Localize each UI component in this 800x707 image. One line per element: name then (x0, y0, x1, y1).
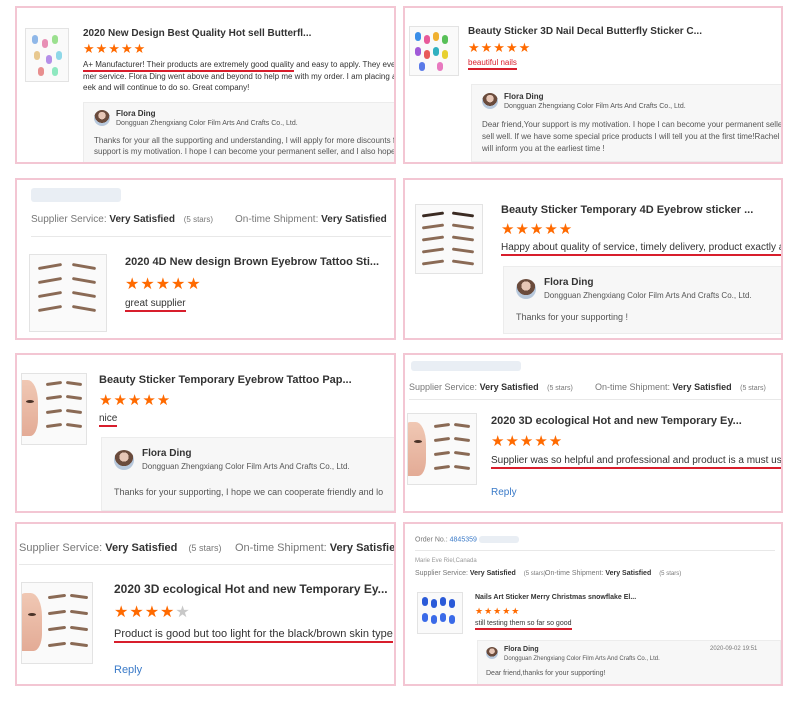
shipment-rating: On-time Shipment: Very Satisfied (235, 542, 396, 554)
review-highlight: beautiful nails (468, 58, 517, 70)
rating-stars: ★★★★★ (501, 221, 574, 238)
reply-link[interactable]: Reply (491, 487, 517, 498)
seller-avatar (486, 647, 498, 659)
reply-text-line1: Thanks for your all the supporting and u… (94, 136, 396, 145)
reply-text-line2: sell well. If we have some special price… (482, 132, 783, 141)
product-title[interactable]: 2020 4D New design Brown Eyebrow Tattoo … (125, 256, 379, 268)
product-thumbnail[interactable] (25, 28, 69, 82)
review-card-3: Supplier Service: Very Satisfied (5 star… (15, 178, 396, 340)
seller-avatar (482, 93, 498, 109)
rating-stars: ★★★★★ (468, 40, 532, 55)
review-card-7: Supplier Service: Very Satisfied (5 star… (15, 522, 396, 686)
review-text: still testing them so far so good (475, 620, 572, 630)
reply-text-line1: Thanks for your supporting, I hope we ca… (114, 487, 384, 497)
divider (19, 564, 393, 565)
redacted-buyer (31, 188, 121, 202)
rating-stars: ★★★★★ (125, 276, 202, 293)
seller-reply: Flora Ding Dongguan Zhengxiang Color Fil… (83, 102, 396, 162)
seller-name: Flora Ding (544, 277, 594, 288)
divider (415, 550, 775, 551)
seller-company: Dongguan Zhengxiang Color Film Arts And … (142, 462, 350, 471)
reply-date: 2020-09-02 19:51 (710, 646, 758, 652)
product-title[interactable]: Beauty Sticker Temporary 4D Eyebrow stic… (501, 204, 753, 216)
supplier-service-rating: Supplier Service: Very Satisfied (5 star… (19, 542, 222, 554)
supplier-service-rating: Supplier Service: Very Satisfied (5 star… (31, 214, 214, 225)
rating-stars: ★★★★★ (114, 604, 191, 621)
review-highlight: still testing them so far so good (475, 620, 572, 630)
seller-company: Dongguan Zhengxiang Color Film Arts And … (544, 291, 752, 300)
seller-reply: Flora Ding Dongguan Zhengxiang Color Fil… (101, 437, 394, 511)
reply-text-line1: Thanks for your supporting ! (516, 312, 629, 322)
supplier-service-rating: Supplier Service: Very Satisfied (5 star… (415, 570, 546, 577)
review-text: nice (99, 413, 118, 427)
seller-company: Dongguan Zhengxiang Color Film Arts And … (504, 103, 686, 110)
review-card-6: Supplier Service: Very Satisfied (5 star… (403, 353, 783, 513)
reply-text-line1: Dear friend,thanks for your supporting! (486, 670, 606, 677)
review-highlight: Happy about quality of service, timely d… (501, 242, 781, 256)
product-title[interactable]: 2020 3D ecological Hot and new Temporary… (114, 582, 388, 596)
product-thumbnail[interactable] (417, 592, 463, 634)
seller-avatar (114, 450, 134, 470)
review-card-4: Beauty Sticker Temporary 4D Eyebrow stic… (403, 178, 783, 340)
review-text-line3: eek and will continue to do so. Great co… (83, 83, 250, 92)
seller-name: Flora Ding (142, 448, 192, 459)
shipment-rating: On-time Shipment: Very Satisfied (5 star… (595, 382, 766, 392)
reply-text-line1: Dear friend,Your support is my motivatio… (482, 120, 783, 129)
product-thumbnail[interactable] (29, 254, 107, 332)
shipment-rating: On-time Shipment: Very Satisfied (235, 214, 387, 225)
review-text: A+ Manufacturer! Their products are extr… (83, 60, 394, 72)
seller-company: Dongguan Zhengxiang Color Film Arts And … (116, 120, 298, 127)
review-highlight: great supplier (125, 298, 186, 312)
seller-reply: Flora Ding Dongguan Zhengxiang Color Fil… (471, 84, 783, 162)
order-number: Order No.: 4845359 (415, 536, 519, 543)
rating-stars: ★★★★★ (83, 41, 147, 56)
product-title[interactable]: 2020 New Design Best Quality Hot sell Bu… (83, 28, 311, 39)
seller-name: Flora Ding (504, 92, 544, 101)
rating-stars: ★★★★★ (491, 433, 564, 450)
product-thumbnail[interactable] (21, 582, 93, 664)
redacted-buyer (411, 361, 521, 371)
seller-reply: Flora Ding Dongguan Zhengxiang Color Fil… (503, 266, 781, 334)
review-text: beautiful nails (468, 58, 517, 70)
product-thumbnail[interactable] (21, 373, 87, 445)
product-thumbnail[interactable] (407, 413, 477, 485)
review-card-5: Beauty Sticker Temporary Eyebrow Tattoo … (15, 353, 396, 513)
seller-company: Dongguan Zhengxiang Color Film Arts And … (504, 656, 660, 662)
reply-text-line3: will inform you at the earliest time ! (482, 144, 605, 153)
reply-text-line2: support is my motivation. I hope I can b… (94, 147, 396, 156)
rating-stars: ★★★★★ (99, 392, 172, 409)
divider (31, 236, 391, 237)
review-text: Product is good but too light for the bl… (114, 628, 393, 643)
seller-avatar (94, 110, 110, 126)
seller-reply: Flora Ding Dongguan Zhengxiang Color Fil… (477, 640, 781, 684)
review-text: Supplier was so helpful and professional… (491, 455, 781, 469)
review-text-line2: mer service. Flora Ding went above and b… (83, 72, 396, 81)
review-highlight: Supplier was so helpful and professional… (491, 455, 781, 469)
review-highlight: A+ Manufacturer! Their products are extr… (83, 60, 294, 72)
shipment-rating: On-time Shipment: Very Satisfied (5 star… (545, 570, 682, 577)
reply-link[interactable]: Reply (114, 664, 142, 676)
divider (409, 399, 781, 400)
product-thumbnail[interactable] (409, 26, 459, 76)
product-title[interactable]: Beauty Sticker 3D Nail Decal Butterfly S… (468, 26, 702, 37)
product-title[interactable]: 2020 3D ecological Hot and new Temporary… (491, 415, 742, 427)
rating-stars: ★★★★★ (475, 606, 521, 616)
product-thumbnail[interactable] (415, 204, 483, 274)
product-title[interactable]: Nails Art Sticker Merry Christmas snowfl… (475, 594, 636, 601)
seller-name: Flora Ding (504, 646, 539, 653)
review-highlight: Product is good but too light for the bl… (114, 628, 393, 643)
review-card-1: 2020 New Design Best Quality Hot sell Bu… (15, 6, 396, 164)
supplier-service-rating: Supplier Service: Very Satisfied (5 star… (409, 382, 573, 392)
seller-name: Flora Ding (116, 109, 156, 118)
review-highlight: nice (99, 413, 118, 427)
review-card-8: Order No.: 4845359 Marie Eve Riel,Canada… (403, 522, 783, 686)
review-text: great supplier (125, 298, 186, 312)
review-text: Happy about quality of service, timely d… (501, 242, 781, 256)
seller-avatar (516, 279, 536, 299)
product-title[interactable]: Beauty Sticker Temporary Eyebrow Tattoo … (99, 374, 352, 386)
buyer-location: Marie Eve Riel,Canada (415, 558, 477, 564)
review-card-2: Beauty Sticker 3D Nail Decal Butterfly S… (403, 6, 783, 164)
